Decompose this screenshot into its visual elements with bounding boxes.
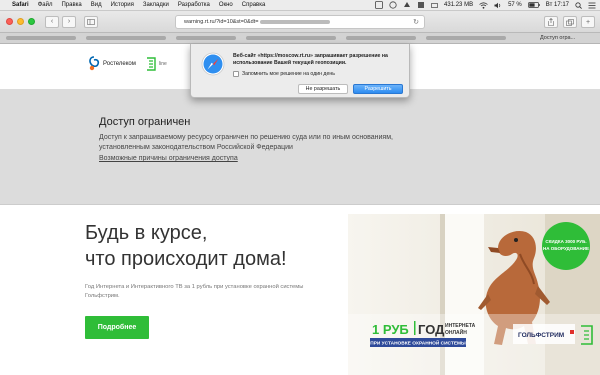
browser-toolbar: ‹ › warning.rt.ru/?id=10&st=0&dt= ↻ + — [0, 11, 600, 33]
banner-headline-line-1: Будь в курсе, — [85, 222, 208, 244]
remember-decision-label: Запомнить мое решение на один день — [242, 71, 335, 77]
blurred-tab[interactable] — [6, 36, 76, 40]
zoom-window-button[interactable] — [28, 18, 35, 25]
rostelecom-logo-mark — [89, 56, 100, 71]
banner-illustration: СКИДКА 3000 РУБ. НА ОБОРУДОВАНИЕ 1 РУБ Г… — [348, 214, 600, 375]
partner-logo[interactable]: line — [145, 57, 167, 71]
notification-center-icon[interactable] — [588, 2, 596, 9]
golfstream-name: ГОЛЬФСТРИМ — [518, 332, 564, 339]
remember-decision-option[interactable]: Запомнить мое решение на один день — [233, 71, 335, 77]
minimize-window-button[interactable] — [17, 18, 24, 25]
battery-percent[interactable]: 57 % — [508, 2, 522, 8]
menu-help[interactable]: Справка — [242, 2, 266, 8]
blurred-tab[interactable] — [426, 36, 506, 40]
restriction-reasons-link[interactable]: Возможные причины ограничения доступа — [99, 155, 238, 162]
blurred-tab[interactable] — [176, 36, 236, 40]
banner-headline: Будь в курсе, что происходит дома! — [85, 220, 287, 272]
badge-text-line-2: НА ОБОРУДОВАНИЕ — [543, 246, 589, 251]
sidebar-icon — [87, 18, 95, 25]
address-blurred-segment — [260, 20, 331, 24]
discount-badge: СКИДКА 3000 РУБ. НА ОБОРУДОВАНИЕ — [542, 222, 590, 270]
status-app-icon[interactable] — [375, 1, 383, 9]
rostelecom-logo[interactable]: Ростелеком — [88, 56, 136, 72]
banner-headline-line-2: что происходит дома! — [85, 248, 287, 270]
menu-bar: Safari Файл Правка Вид История Закладки … — [0, 0, 600, 11]
promo-year: ГОД — [418, 322, 445, 337]
blurred-tab[interactable] — [86, 36, 166, 40]
dialog-message: Веб-сайт «https://moscow.rt.ru» запрашив… — [233, 53, 388, 66]
access-description: Доступ к запрашиваемому ресурсу ограниче… — [99, 134, 393, 151]
menu-window[interactable]: Окно — [219, 2, 233, 8]
show-tabs-button[interactable] — [563, 16, 577, 28]
plus-icon: + — [585, 18, 591, 26]
blurred-tab[interactable] — [346, 36, 416, 40]
window-controls — [6, 18, 35, 25]
spotlight-icon[interactable] — [575, 1, 582, 9]
brand-name: Ростелеком — [103, 61, 136, 67]
status-area: 431.23 MB 57 % Вт 17:17 — [375, 1, 596, 9]
memory-readout[interactable]: 431.23 MB — [444, 2, 473, 8]
menu-develop[interactable]: Разработка — [178, 2, 210, 8]
clock[interactable]: Вт 17:17 — [546, 2, 569, 8]
new-tab-button[interactable]: + — [581, 16, 595, 28]
status-app-icon[interactable] — [403, 1, 411, 9]
banner-description: Год Интернета и Интерактивного ТВ за 1 р… — [85, 284, 304, 299]
wifi-icon[interactable] — [479, 1, 488, 9]
battery-icon[interactable] — [527, 2, 540, 8]
promo-sub-2: ОНЛАЙН — [445, 328, 467, 336]
address-bar[interactable]: warning.rt.ru/?id=10&st=0&dt= ↻ — [175, 15, 425, 29]
menu-file[interactable]: Файл — [38, 2, 53, 8]
address-text: warning.rt.ru/?id=10&st=0&dt= — [184, 19, 259, 25]
chevron-right-icon: › — [67, 18, 71, 25]
promo-sub-1: ИНТЕРНЕТА — [445, 323, 476, 329]
status-app-icon[interactable] — [417, 1, 425, 9]
share-button[interactable] — [544, 16, 558, 28]
share-icon — [548, 18, 554, 26]
volume-icon[interactable] — [494, 2, 502, 9]
reload-icon[interactable]: ↻ — [413, 18, 419, 26]
status-app-icon[interactable] — [389, 1, 397, 9]
banner-image: СКИДКА 3000 РУБ. НА ОБОРУДОВАНИЕ 1 РУБ Г… — [348, 214, 600, 375]
tabs-icon — [566, 18, 574, 26]
badge-text-line-1: СКИДКА 3000 РУБ. — [545, 239, 586, 244]
safari-compass-icon — [201, 52, 225, 76]
sidebar-button[interactable] — [84, 15, 98, 28]
partner-logo-mark — [147, 57, 156, 71]
screen: Safari Файл Правка Вид История Закладки … — [0, 0, 600, 375]
menu-bookmarks[interactable]: Закладки — [143, 2, 169, 8]
close-window-button[interactable] — [6, 18, 13, 25]
menu-app-name[interactable]: Safari — [12, 2, 29, 8]
partner-name: line — [159, 61, 167, 67]
more-details-button[interactable]: Подробнее — [85, 316, 149, 339]
access-title: Доступ ограничен — [99, 116, 191, 128]
memory-icon[interactable] — [431, 2, 438, 9]
forward-button[interactable]: › — [62, 15, 76, 28]
menu-view[interactable]: Вид — [91, 2, 102, 8]
back-button[interactable]: ‹ — [45, 15, 59, 28]
allow-button[interactable]: Разрешить — [353, 84, 403, 94]
chevron-left-icon: ‹ — [50, 18, 54, 25]
golfstream-logo: ГОЛЬФСТРИМ — [513, 324, 575, 344]
geolocation-permission-dialog: Веб-сайт «https://moscow.rt.ru» запрашив… — [190, 44, 410, 98]
menu-edit[interactable]: Правка — [61, 2, 81, 8]
tab-active[interactable]: Доступ огра... — [540, 35, 575, 41]
deny-button[interactable]: Не разрешать — [298, 84, 348, 94]
blurred-tab[interactable] — [246, 36, 336, 40]
remember-decision-checkbox[interactable] — [233, 71, 239, 77]
tab-bar: Доступ огра... — [0, 33, 600, 44]
promo-price: 1 РУБ — [372, 322, 409, 337]
menu-history[interactable]: История — [111, 2, 134, 8]
